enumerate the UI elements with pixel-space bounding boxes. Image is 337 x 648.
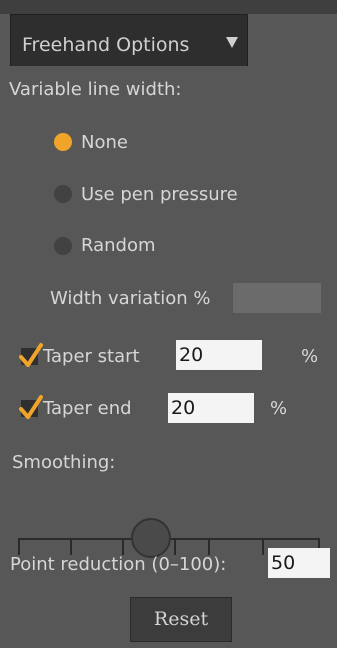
taper-end-unit: % <box>270 398 288 419</box>
slider-tick <box>262 538 264 555</box>
radio-none[interactable] <box>54 133 72 151</box>
taper-start-checkbox[interactable] <box>19 343 43 367</box>
taper-end-input[interactable]: 20 <box>168 393 254 423</box>
point-reduction-label: Point reduction (0–100): <box>10 554 227 575</box>
freehand-options-panel: Freehand Options Variable line width: No… <box>0 0 337 648</box>
checkmark-icon <box>19 395 43 419</box>
dropdown-arrow-icon[interactable] <box>226 37 238 48</box>
point-reduction-input[interactable]: 50 <box>268 548 330 578</box>
taper-start-label[interactable]: Taper start <box>43 346 140 367</box>
variable-width-label: Variable line width: <box>9 79 182 100</box>
taper-start-unit: % <box>301 346 319 367</box>
radio-none-label[interactable]: None <box>81 132 128 153</box>
taper-end-checkbox[interactable] <box>19 395 43 419</box>
radio-random[interactable] <box>54 237 72 255</box>
slider-tick <box>18 538 20 555</box>
reset-button[interactable]: Reset <box>130 597 232 642</box>
radio-random-label[interactable]: Random <box>81 235 156 256</box>
smoothing-label: Smoothing: <box>12 452 116 473</box>
smoothing-slider-handle[interactable] <box>130 518 171 558</box>
slider-tick <box>122 538 124 555</box>
taper-end-label[interactable]: Taper end <box>43 398 132 419</box>
slider-tick <box>174 538 176 555</box>
top-bar <box>0 0 337 14</box>
slider-tick <box>70 538 72 555</box>
taper-start-input[interactable]: 20 <box>176 340 262 370</box>
slider-tick <box>208 538 210 555</box>
radio-use-pen-pressure-label[interactable]: Use pen pressure <box>81 184 238 205</box>
checkmark-icon <box>19 343 43 367</box>
radio-use-pen-pressure[interactable] <box>54 185 72 203</box>
panel-title: Freehand Options <box>22 34 190 56</box>
width-variation-label: Width variation % <box>50 288 211 309</box>
width-variation-field <box>233 283 321 313</box>
